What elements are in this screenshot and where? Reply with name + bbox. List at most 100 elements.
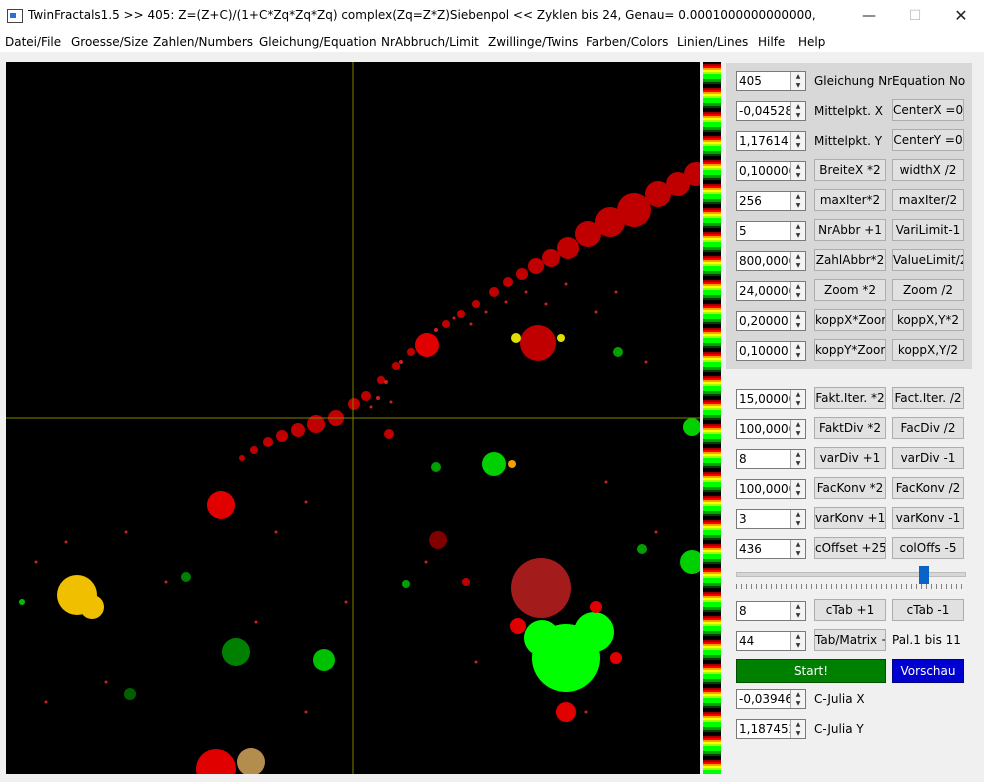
spin-arrows-icon[interactable]: ▲ ▼ — [790, 192, 805, 210]
julia-x-spin[interactable]: -0,0394649▲▼ — [736, 689, 806, 709]
menu-hilfe[interactable]: Hilfe — [758, 35, 785, 49]
fakt-iter-spin[interactable]: 15,00000 ▲ ▼ — [736, 389, 806, 409]
center-y-zero-button[interactable]: CenterY =0 — [892, 129, 964, 151]
width-half-button[interactable]: widthX /2 — [892, 159, 964, 181]
menu-zwillinge[interactable]: Zwillinge/Twins — [488, 35, 578, 49]
nrabbr-spin[interactable]: 5 ▲ ▼ — [736, 221, 806, 241]
koppx-zoom-button[interactable]: koppX*Zoom — [814, 309, 886, 331]
menu-farben[interactable]: Farben/Colors — [586, 35, 668, 49]
spin-arrows-icon[interactable]: ▲ ▼ — [790, 162, 805, 180]
slider-ticks — [736, 584, 964, 589]
spin-arrows-icon[interactable]: ▲ ▼ — [790, 282, 805, 300]
center-y-spin[interactable]: 1,1761415▲▼ — [736, 131, 806, 151]
coffset-spin[interactable]: 436 ▲ ▼ — [736, 539, 806, 559]
label-c-julia-x: C-Julia X — [814, 692, 865, 706]
label-c-julia-y: C-Julia Y — [814, 722, 864, 736]
minimize-button[interactable]: — — [846, 0, 892, 32]
koppxy-x2-button[interactable]: koppX,Y*2 — [892, 309, 964, 331]
center-x-spin[interactable]: -0,0452890▲▼ — [736, 101, 806, 121]
spin-arrows-icon[interactable]: ▲ ▼ — [790, 450, 805, 468]
spin-arrows-icon[interactable]: ▲ ▼ — [790, 252, 805, 270]
menu-linien[interactable]: Linien/Lines — [677, 35, 748, 49]
fackonv-spin[interactable]: 100,00000▲▼ — [736, 479, 806, 499]
label-mittelpkt-x: Mittelpkt. X — [814, 104, 883, 118]
slider-thumb[interactable] — [919, 566, 929, 584]
vardiv-spin[interactable]: 8 ▲ ▼ — [736, 449, 806, 469]
nrabbr-plus-button[interactable]: NrAbbr +1 — [814, 219, 886, 241]
tab-matrix-spin[interactable]: 44 ▲ ▼ — [736, 631, 806, 651]
julia-y-spin[interactable]: 1,1874520▲▼ — [736, 719, 806, 739]
close-button[interactable]: ✕ — [938, 0, 984, 32]
label-equation-no: Equation No — [892, 74, 966, 88]
spin-arrows-icon[interactable]: ▲ ▼ — [790, 632, 805, 650]
spin-arrows-icon[interactable]: ▲ ▼ — [790, 390, 805, 408]
faktdiv-x2-button[interactable]: FaktDiv *2 — [814, 417, 886, 439]
vardiv-plus-button[interactable]: varDiv +1 — [814, 447, 886, 469]
spin-arrows-icon[interactable]: ▲ ▼ — [790, 480, 805, 498]
maxiter-x2-button[interactable]: maxIter*2 — [814, 189, 886, 211]
zoom-x2-button[interactable]: Zoom *2 — [814, 279, 886, 301]
ctab-spin[interactable]: 8 ▲ ▼ — [736, 601, 806, 621]
spin-arrows-icon[interactable]: ▲ ▼ — [790, 510, 805, 528]
app-icon — [7, 9, 23, 23]
vardiv-minus-button[interactable]: varDiv -1 — [892, 447, 964, 469]
maxiter-spin[interactable]: 256 ▲ ▼ — [736, 191, 806, 211]
coloffs-minus-button[interactable]: colOffs -5 — [892, 537, 964, 559]
zoom-spin[interactable]: 24,000000▲▼ — [736, 281, 806, 301]
fact-iter-half-button[interactable]: Fact.Iter. /2 — [892, 387, 964, 409]
spin-arrows-icon[interactable]: ▲ ▼ — [790, 720, 805, 738]
center-x-zero-button[interactable]: CenterX =0 — [892, 99, 964, 121]
preview-button[interactable]: Vorschau — [892, 659, 964, 683]
menu-zahlen[interactable]: Zahlen/Numbers — [153, 35, 253, 49]
title-bar: TwinFractals1.5 >> 405: Z=(Z+C)/(1+C*Zq*… — [0, 0, 984, 32]
coffset-plus-button[interactable]: cOffset +25 — [814, 537, 886, 559]
spin-arrows-icon[interactable]: ▲ ▼ — [790, 420, 805, 438]
spin-arrows-icon[interactable]: ▲ ▼ — [790, 102, 805, 120]
fractal-canvas[interactable] — [6, 62, 700, 774]
maximize-button[interactable]: ☐ — [892, 0, 938, 32]
maxiter-half-button[interactable]: maxIter/2 — [892, 189, 964, 211]
color-slider[interactable] — [736, 566, 966, 592]
menu-datei[interactable]: Datei/File — [5, 35, 61, 49]
koppxy-half-button[interactable]: koppX,Y/2 — [892, 339, 964, 361]
ctab-minus-button[interactable]: cTab -1 — [892, 599, 964, 621]
menu-groesse[interactable]: Groesse/Size — [71, 35, 148, 49]
tab-matrix-plus-button[interactable]: Tab/Matrix + — [814, 629, 886, 651]
color-palette-strip — [703, 62, 721, 774]
spin-arrows-icon[interactable]: ▲ ▼ — [790, 540, 805, 558]
palette-range-label: Pal.1 bis 11 — [892, 633, 961, 647]
spin-arrows-icon[interactable]: ▲ ▼ — [790, 312, 805, 330]
menu-gleichung[interactable]: Gleichung/Equation — [259, 35, 377, 49]
varkonv-minus-button[interactable]: varKonv -1 — [892, 507, 964, 529]
fakt-iter-x2-button[interactable]: Fakt.Iter. *2 — [814, 387, 886, 409]
ctab-plus-button[interactable]: cTab +1 — [814, 599, 886, 621]
label-gleichung-nr: Gleichung Nr — [814, 74, 893, 88]
koppy-spin[interactable]: 0,10000 ▲ ▼ — [736, 341, 806, 361]
zoom-half-button[interactable]: Zoom /2 — [892, 279, 964, 301]
koppy-zoom-button[interactable]: koppY*Zoom — [814, 339, 886, 361]
zahlabbr-spin[interactable]: 800,00000▲▼ — [736, 251, 806, 271]
koppx-spin[interactable]: 0,20000 ▲ ▼ — [736, 311, 806, 331]
width-spin[interactable]: 0,1000000▲▼ — [736, 161, 806, 181]
spin-arrows-icon[interactable]: ▲ ▼ — [790, 690, 805, 708]
menu-nrabbruch[interactable]: NrAbbruch/Limit — [381, 35, 479, 49]
spin-arrows-icon[interactable]: ▲ ▼ — [790, 72, 805, 90]
start-button[interactable]: Start! — [736, 659, 886, 683]
equation-number-spin[interactable]: 405 ▲ ▼ — [736, 71, 806, 91]
spin-arrows-icon[interactable]: ▲ ▼ — [790, 602, 805, 620]
facdiv-half-button[interactable]: FacDiv /2 — [892, 417, 964, 439]
spin-arrows-icon[interactable]: ▲ ▼ — [790, 222, 805, 240]
fackonv-half-button[interactable]: FacKonv /2 — [892, 477, 964, 499]
varkonv-plus-button[interactable]: varKonv +1 — [814, 507, 886, 529]
width-x2-button[interactable]: BreiteX *2 — [814, 159, 886, 181]
varkonv-spin[interactable]: 3 ▲ ▼ — [736, 509, 806, 529]
spin-arrows-icon[interactable]: ▲ ▼ — [790, 132, 805, 150]
menu-help[interactable]: Help — [798, 35, 825, 49]
fackonv-x2-button[interactable]: FacKonv *2 — [814, 477, 886, 499]
varilimit-minus-button[interactable]: VariLimit-1 — [892, 219, 964, 241]
spin-arrows-icon[interactable]: ▲ ▼ — [790, 342, 805, 360]
faktdiv-spin[interactable]: 100,00000▲▼ — [736, 419, 806, 439]
valuelimit-half-button[interactable]: ValueLimit/2 — [892, 249, 964, 271]
fractal-image — [6, 62, 700, 774]
zahlabbr-x2-button[interactable]: ZahlAbbr*2 — [814, 249, 886, 271]
